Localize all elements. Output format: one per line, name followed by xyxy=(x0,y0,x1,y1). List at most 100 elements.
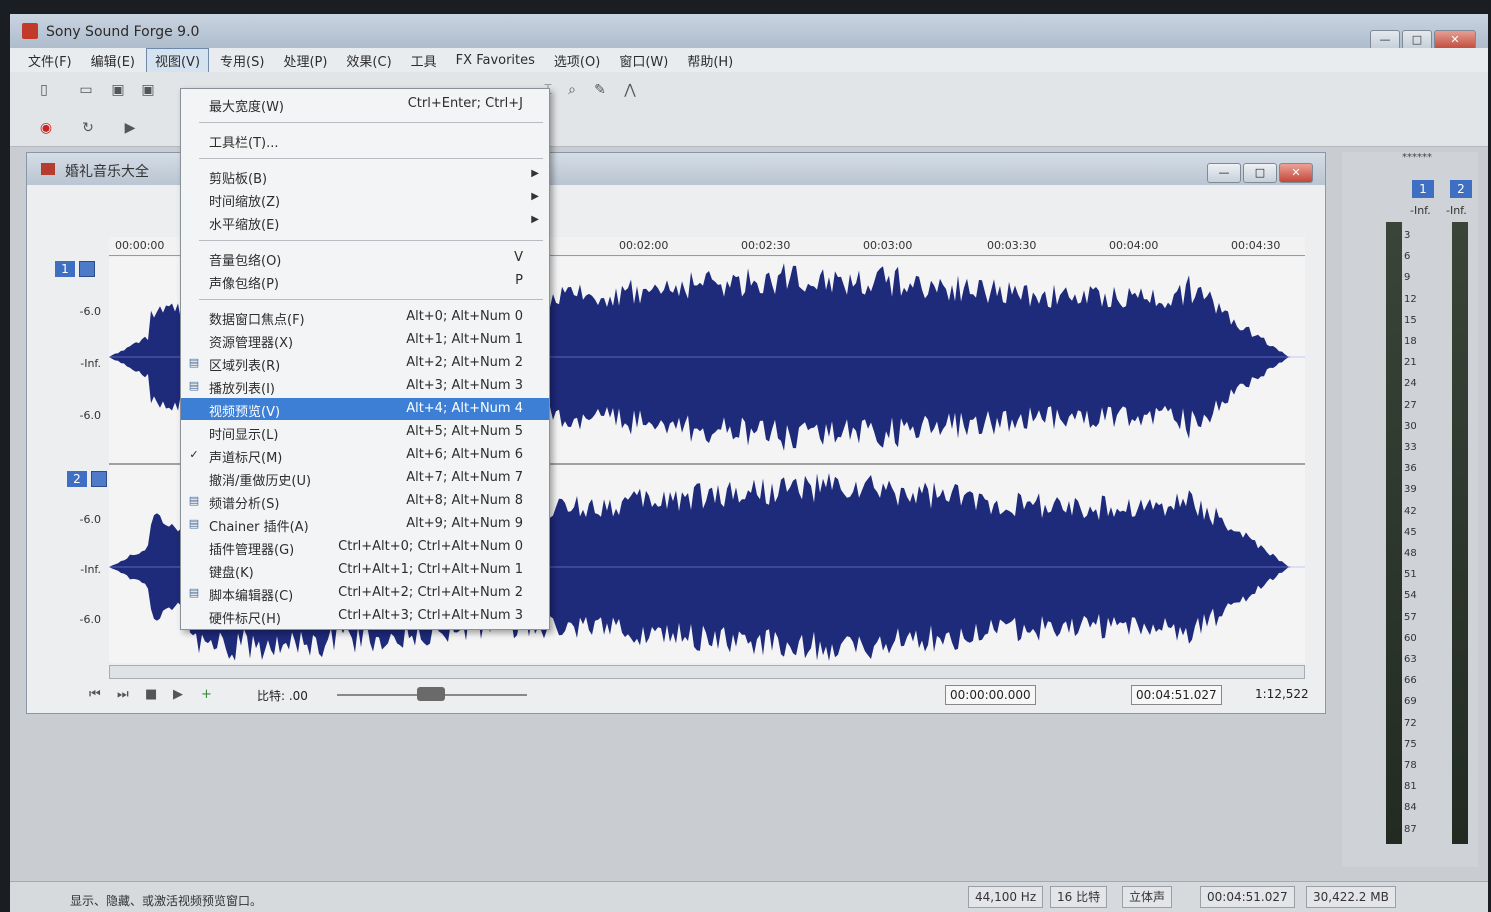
view-menu-item[interactable]: ✓ 声道标尺(M) Alt+6; Alt+Num 6 xyxy=(181,444,549,466)
save-icon[interactable]: ▣ xyxy=(108,80,128,100)
channel-2-label[interactable]: 2 xyxy=(67,471,87,487)
playback-rate-knob[interactable] xyxy=(417,687,445,701)
view-menu-item[interactable]: 硬件标尺(H) Ctrl+Alt+3; Ctrl+Alt+Num 3 xyxy=(181,605,549,627)
view-menu-dropdown: 最大宽度(W) Ctrl+Enter; Ctrl+J 工具栏(T)... 剪贴板(B)… xyxy=(180,88,550,630)
menu-2[interactable]: 视图(V) xyxy=(145,47,210,73)
record-icon[interactable]: ◉ xyxy=(36,118,56,138)
current-time-display: 00:00:00.000 xyxy=(945,685,1036,705)
menu-item-shortcut: Ctrl+Alt+2; Ctrl+Alt+Num 2 xyxy=(338,585,523,600)
spectrum-icon: ▤ xyxy=(188,494,200,507)
minimize-button[interactable]: — xyxy=(1370,30,1400,50)
menu-10[interactable]: 帮助(H) xyxy=(679,49,741,72)
document-title: 婚礼音乐大全 xyxy=(65,164,149,180)
menu-item-label: 声像包络(P) xyxy=(209,277,279,292)
maximize-button[interactable]: □ xyxy=(1402,30,1432,50)
meter-scale-tick: 21 xyxy=(1404,357,1417,369)
meter-scale-tick: 51 xyxy=(1404,569,1417,581)
playback-meter-panel: ****** 1 2 -Inf. -Inf. 3 6 9 12 15 18 21 24 27 30… xyxy=(1342,152,1478,867)
menu-item-label: 硬件标尺(H) xyxy=(209,612,281,627)
view-menu-item[interactable]: 资源管理器(X) Alt+1; Alt+Num 1 xyxy=(181,329,549,351)
menu-3[interactable]: 专用(S) xyxy=(212,49,272,72)
meter-scale-tick: 36 xyxy=(1404,463,1417,475)
meter-channel-1-peak: -Inf. xyxy=(1410,204,1431,217)
meter-scale-tick: 72 xyxy=(1404,717,1417,729)
doc-minimize-button[interactable]: — xyxy=(1207,163,1241,183)
view-menu-item[interactable]: 最大宽度(W) Ctrl+Enter; Ctrl+J xyxy=(181,93,549,115)
channel-1-label[interactable]: 1 xyxy=(55,261,75,277)
meter-channel-2[interactable]: 2 xyxy=(1450,180,1472,198)
view-menu-item[interactable]: ▤ 播放列表(I) Alt+3; Alt+Num 3 xyxy=(181,375,549,397)
add-marker-icon[interactable]: + xyxy=(201,687,212,702)
view-menu-item[interactable]: ▤ 区域列表(R) Alt+2; Alt+Num 2 xyxy=(181,352,549,374)
view-menu-item[interactable]: 键盘(K) Ctrl+Alt+1; Ctrl+Alt+Num 1 xyxy=(181,559,549,581)
view-menu-item[interactable]: 水平缩放(E) ▶ xyxy=(181,211,549,233)
menu-9[interactable]: 窗口(W) xyxy=(611,49,676,72)
menu-7[interactable]: FX Favorites xyxy=(448,51,543,70)
view-menu-item[interactable]: 剪贴板(B) ▶ xyxy=(181,165,549,187)
menu-8[interactable]: 选项(O) xyxy=(546,49,608,72)
meter-scale-tick: 66 xyxy=(1404,675,1417,687)
menu-item-shortcut: Alt+0; Alt+Num 0 xyxy=(406,309,523,324)
view-menu-item[interactable]: 撤消/重做历史(U) Alt+7; Alt+Num 7 xyxy=(181,467,549,489)
horizontal-scrollbar[interactable] xyxy=(109,665,1305,679)
menu-item-shortcut: Alt+5; Alt+Num 5 xyxy=(406,424,523,439)
menu-item-label: 水平缩放(E) xyxy=(209,218,280,233)
zoom-ratio-display: 1:12,522 xyxy=(1255,687,1309,701)
view-menu-item[interactable]: 工具栏(T)... xyxy=(181,129,549,151)
menu-4[interactable]: 处理(P) xyxy=(275,49,335,72)
loop-icon[interactable]: ↻ xyxy=(78,118,98,138)
view-menu-item[interactable]: ▤ 脚本编辑器(C) Ctrl+Alt+2; Ctrl+Alt+Num 2 xyxy=(181,582,549,604)
menu-item-shortcut: Ctrl+Alt+0; Ctrl+Alt+Num 0 xyxy=(338,539,523,554)
zoom-tool-icon[interactable]: ⌕ xyxy=(562,80,582,100)
menu-item-label: 脚本编辑器(C) xyxy=(209,589,294,604)
menu-1[interactable]: 编辑(E) xyxy=(83,49,143,72)
meter-bar-left xyxy=(1386,222,1402,844)
doc-maximize-button[interactable]: □ xyxy=(1243,163,1277,183)
meter-channel-2-peak: -Inf. xyxy=(1446,204,1467,217)
menu-6[interactable]: 工具 xyxy=(403,49,445,72)
doc-close-button[interactable]: ✕ xyxy=(1279,163,1313,183)
channel-1-toggle[interactable] xyxy=(79,261,95,277)
channel-2-toggle[interactable] xyxy=(91,471,107,487)
title-bar: Sony Sound Forge 9.0 — □ ✕ xyxy=(10,14,1488,50)
view-menu-item[interactable]: 声像包络(P) P xyxy=(181,270,549,292)
menu-bar: 文件(F) 编辑(E) 视图(V) 专用(S) 处理(P) 效果(C) 工具 FX Favor… xyxy=(10,47,1488,73)
view-menu-item[interactable]: ▤ Chainer 插件(A) Alt+9; Alt+Num 9 xyxy=(181,513,549,535)
meter-scale-tick: 33 xyxy=(1404,442,1417,453)
open-folder-icon[interactable]: ▭ xyxy=(76,80,96,100)
envelope-tool-icon[interactable]: ⋀ xyxy=(620,80,640,100)
pencil-tool-icon[interactable]: ✎ xyxy=(590,80,610,100)
meter-scale-tick: 24 xyxy=(1404,378,1417,390)
meter-scale-tick: 27 xyxy=(1404,399,1417,411)
meter-scale-tick: 63 xyxy=(1404,654,1417,665)
view-menu-item[interactable]: 数据窗口焦点(F) Alt+0; Alt+Num 0 xyxy=(181,306,549,328)
sample-rate: 44,100 Hz xyxy=(968,886,1044,908)
view-menu-item[interactable]: 时间缩放(Z) ▶ xyxy=(181,188,549,210)
playback-rate-label: 比特: .00 xyxy=(257,689,308,703)
view-menu-item[interactable]: 音量包络(O) V xyxy=(181,247,549,269)
view-menu-item[interactable]: 视频预览(V) Alt+4; Alt+Num 4 xyxy=(181,398,549,420)
menu-item-shortcut: Alt+1; Alt+Num 1 xyxy=(406,332,523,347)
meter-channel-1[interactable]: 1 xyxy=(1412,180,1434,198)
meter-scale-tick: 69 xyxy=(1404,696,1417,708)
status-bar: 显示、隐藏、或激活视频预览窗口。 44,100 Hz 16 比特 立体声 00:… xyxy=(10,881,1488,912)
go-to-end-icon[interactable]: ⏭ xyxy=(117,687,129,702)
view-menu-item[interactable]: ▤ 频谱分析(S) Alt+8; Alt+Num 8 xyxy=(181,490,549,512)
menu-0[interactable]: 文件(F) xyxy=(20,49,80,72)
meter-scale-tick: 12 xyxy=(1404,293,1417,305)
menu-item-shortcut: Alt+7; Alt+Num 7 xyxy=(406,470,523,485)
menu-5[interactable]: 效果(C) xyxy=(338,49,399,72)
meter-scale-tick: 45 xyxy=(1404,526,1417,538)
go-to-start-icon[interactable]: ⏮ xyxy=(89,687,101,702)
save-as-icon[interactable]: ▣ xyxy=(138,80,158,100)
menu-separator xyxy=(199,299,543,300)
play-all-icon[interactable]: ▶ xyxy=(120,118,140,138)
view-menu-item[interactable]: 时间显示(L) Alt+5; Alt+Num 5 xyxy=(181,421,549,443)
new-file-icon[interactable]: ▯ xyxy=(34,80,54,100)
file-length: 00:04:51.027 xyxy=(1200,886,1295,908)
view-menu-item[interactable]: 插件管理器(G) Ctrl+Alt+0; Ctrl+Alt+Num 0 xyxy=(181,536,549,558)
menu-item-shortcut: Alt+2; Alt+Num 2 xyxy=(406,355,523,370)
play-icon[interactable]: ▶ xyxy=(173,687,183,702)
close-button[interactable]: ✕ xyxy=(1434,30,1476,50)
stop-icon[interactable]: ■ xyxy=(145,687,157,702)
